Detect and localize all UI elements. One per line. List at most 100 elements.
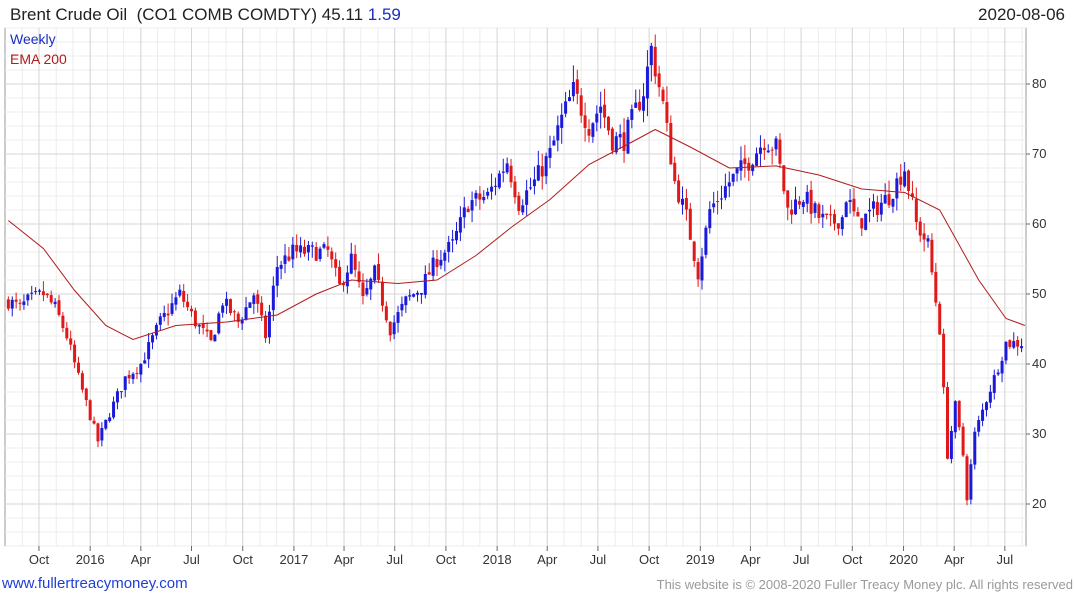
y-tick-label: 60	[1032, 216, 1046, 231]
chart-title: Brent Crude Oil (CO1 COMB COMDTY) 45.11 …	[10, 5, 401, 25]
candle-body	[723, 186, 727, 198]
candle-body	[774, 138, 778, 150]
candle-body	[396, 312, 400, 323]
candle-body	[384, 306, 388, 321]
candle-body	[80, 373, 84, 390]
candle-body	[708, 209, 712, 229]
candle-body	[825, 213, 829, 216]
candle-body	[1016, 339, 1020, 347]
candle-body	[946, 387, 950, 459]
candle-body	[228, 299, 232, 314]
candle-body	[786, 190, 790, 208]
candle-body	[369, 278, 373, 290]
y-tick-label: 30	[1032, 426, 1046, 441]
candle-body	[486, 191, 490, 196]
candle-body	[548, 147, 552, 158]
candle-body	[813, 203, 817, 213]
candle-body	[182, 291, 186, 302]
x-tick-label: 2018	[483, 552, 512, 567]
x-tick-label: Oct	[842, 552, 863, 567]
candle-body	[661, 89, 665, 102]
candle-body	[743, 158, 747, 165]
candle-body	[197, 324, 201, 327]
candle-body	[809, 189, 813, 214]
candle-body	[696, 262, 700, 280]
candle-body	[349, 253, 353, 274]
candle-body	[868, 209, 872, 212]
candle-body	[76, 362, 80, 373]
candle-body	[49, 295, 53, 303]
candle-body	[731, 173, 735, 182]
candle-body	[345, 272, 349, 287]
candle-body	[1008, 340, 1012, 347]
x-tick-label: Jul	[386, 552, 403, 567]
candle-body	[801, 201, 805, 207]
candle-body	[883, 194, 887, 204]
candle-body	[1020, 346, 1024, 349]
candle-body	[306, 244, 310, 253]
candle-body	[719, 198, 723, 200]
candle-body	[104, 419, 108, 429]
candle-body	[568, 97, 572, 101]
legend-weekly: Weekly	[10, 31, 56, 47]
x-tick-label: Apr	[944, 552, 965, 567]
candle-body	[322, 244, 326, 248]
x-tick-label: 2017	[279, 552, 308, 567]
candle-body	[57, 300, 61, 315]
candle-body	[579, 95, 583, 116]
candle-body	[493, 185, 497, 187]
candle-body	[158, 316, 162, 325]
candle-body	[529, 187, 533, 189]
candle-body	[392, 322, 396, 335]
candle-body	[961, 426, 965, 456]
copyright-notice: This website is © 2008-2020 Fuller Treac…	[656, 577, 1073, 592]
candle-body	[556, 125, 560, 141]
candle-body	[143, 360, 147, 364]
y-tick-label: 80	[1032, 76, 1046, 91]
candle-body	[497, 173, 501, 188]
candle-body	[848, 200, 852, 203]
candle-body	[599, 106, 603, 113]
x-tick-label: Apr	[334, 552, 355, 567]
candle-body	[14, 299, 18, 302]
candle-body	[501, 171, 505, 173]
candle-body	[891, 199, 895, 207]
candle-body	[525, 190, 529, 205]
candle-body	[162, 312, 166, 318]
candle-body	[914, 199, 918, 223]
candle-body	[673, 162, 677, 182]
candle-body	[474, 192, 478, 199]
candle-body	[700, 256, 704, 281]
candle-body	[462, 207, 466, 218]
candle-body	[431, 257, 435, 276]
candle-body	[174, 297, 178, 305]
candle-body	[439, 259, 443, 266]
instrument-ticker: (CO1 COMB COMDTY)	[136, 5, 318, 24]
candle-body	[977, 420, 981, 432]
candle-body	[758, 147, 762, 154]
candle-body	[953, 401, 957, 433]
website-link[interactable]: www.fullertreacymoney.com	[2, 575, 188, 592]
candle-body	[330, 251, 334, 260]
candle-body	[973, 431, 977, 465]
candle-body	[189, 308, 193, 312]
candle-body	[482, 197, 486, 201]
candle-body	[540, 166, 544, 177]
x-tick-label: 2016	[76, 552, 105, 567]
candle-body	[521, 205, 525, 213]
candle-body	[630, 109, 634, 120]
candle-body	[797, 201, 801, 205]
y-tick-label: 50	[1032, 286, 1046, 301]
candle-body	[1012, 341, 1016, 348]
candle-body	[899, 176, 903, 185]
candle-body	[314, 246, 318, 261]
candle-body	[88, 400, 92, 421]
candle-body	[127, 374, 131, 379]
candle-body	[213, 334, 217, 342]
candle-body	[248, 302, 252, 308]
candle-body	[832, 214, 836, 224]
candle-body	[170, 303, 174, 314]
candle-body	[412, 294, 416, 297]
x-tick-label: Oct	[639, 552, 660, 567]
candle-body	[295, 244, 299, 252]
